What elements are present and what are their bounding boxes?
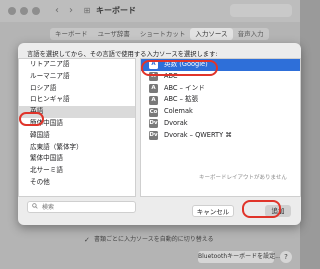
source-label: ABC – 拡張 [164, 95, 199, 104]
keyboard-co-icon: Co [149, 107, 158, 117]
help-button[interactable]: ? [280, 251, 292, 263]
add-input-source-sheet: 言語を選択してから、その言語で使用する入力ソースを選択します: リトアニア語 ル… [18, 43, 301, 225]
tab-bar: キーボード ユーザ辞書 ショートカット 入力ソース 音声入力 [50, 28, 269, 40]
source-item-abc-india[interactable]: A ABC – インド [141, 83, 300, 95]
source-item-abc[interactable]: A ABC [141, 71, 300, 83]
window-title: キーボード [96, 6, 136, 15]
tab-dictation[interactable]: 音声入力 [233, 28, 269, 40]
source-item-abc-extended[interactable]: A ABC – 拡張 [141, 94, 300, 106]
language-item[interactable]: リトアニア語 [19, 59, 135, 71]
tab-user-dictionary[interactable]: ユーザ辞書 [93, 28, 135, 40]
zoom-window-button[interactable] [32, 7, 40, 15]
language-item[interactable]: 韓国語 [19, 130, 135, 142]
source-item-eisu-google[interactable]: A 英数 (Google) [141, 59, 300, 71]
forward-arrow-icon[interactable]: › [64, 4, 78, 17]
language-item[interactable]: 北サーミ語 [19, 165, 135, 177]
keyboard-a-icon: A [149, 60, 158, 70]
source-label: Dvorak [164, 118, 188, 127]
language-item[interactable]: ルーマニア語 [19, 71, 135, 83]
language-search-input[interactable] [42, 203, 132, 212]
minimize-window-button[interactable] [20, 7, 28, 15]
source-item-dvorak-qwerty[interactable]: Dv Dvorak – QWERTY ⌘ [141, 130, 300, 142]
close-window-button[interactable] [8, 7, 16, 15]
keyboard-a-icon: A [149, 83, 158, 93]
auto-switch-label: 書類ごとに入力ソースを自動的に切り替える [94, 236, 214, 243]
language-item[interactable]: ロヒンギャ語 [19, 94, 135, 106]
keyboard-dv-icon: Dv [149, 119, 158, 129]
language-search-box[interactable] [27, 201, 136, 213]
language-item[interactable]: 繁体中国語 [19, 153, 135, 165]
source-label: ABC – インド [164, 83, 205, 92]
bluetooth-keyboard-button[interactable]: Bluetoothキーボードを設定... [198, 251, 281, 263]
tab-input-sources[interactable]: 入力ソース [190, 28, 233, 40]
sheet-prompt: 言語を選択してから、その言語で使用する入力ソースを選択します: [27, 51, 218, 58]
source-item-dvorak[interactable]: Dv Dvorak [141, 118, 300, 130]
keyboard-dv-icon: Dv [149, 131, 158, 141]
tab-keyboard[interactable]: キーボード [50, 28, 93, 40]
language-item-english[interactable]: 英語 [19, 106, 135, 118]
checkmark-icon: ✓ [84, 236, 90, 244]
keyboard-a-icon: A [149, 72, 158, 82]
language-item[interactable]: その他 [19, 177, 135, 189]
add-button[interactable]: 追加 [265, 205, 291, 217]
language-list[interactable]: リトアニア語 ルーマニア語 ロシア語 ロヒンギャ語 英語 簡体中国語 韓国語 広… [18, 58, 136, 197]
source-label: Colemak [164, 107, 193, 116]
title-bar: ‹ › ⊞ キーボード [0, 0, 300, 22]
language-item[interactable]: 簡体中国語 [19, 118, 135, 130]
cancel-button[interactable]: キャンセル [192, 205, 234, 217]
search-icon [32, 203, 38, 209]
auto-switch-checkbox[interactable]: ✓ 書類ごとに入力ソースを自動的に切り替える [84, 234, 214, 244]
keyboard-a-icon: A [149, 95, 158, 105]
back-arrow-icon[interactable]: ‹ [50, 4, 64, 17]
source-label: 英数 (Google) [164, 60, 208, 68]
language-item[interactable]: ロシア語 [19, 83, 135, 95]
source-item-colemak[interactable]: Co Colemak [141, 106, 300, 118]
tab-shortcuts[interactable]: ショートカット [135, 28, 191, 40]
grid-icon[interactable]: ⊞ [80, 4, 94, 17]
source-label: Dvorak – QWERTY ⌘ [164, 130, 232, 139]
language-item[interactable]: 広東語（繁体字） [19, 142, 135, 154]
no-layout-message: キーボードレイアウトがありません [199, 175, 287, 181]
window-search-field[interactable] [230, 4, 292, 17]
source-label: ABC [164, 71, 178, 80]
